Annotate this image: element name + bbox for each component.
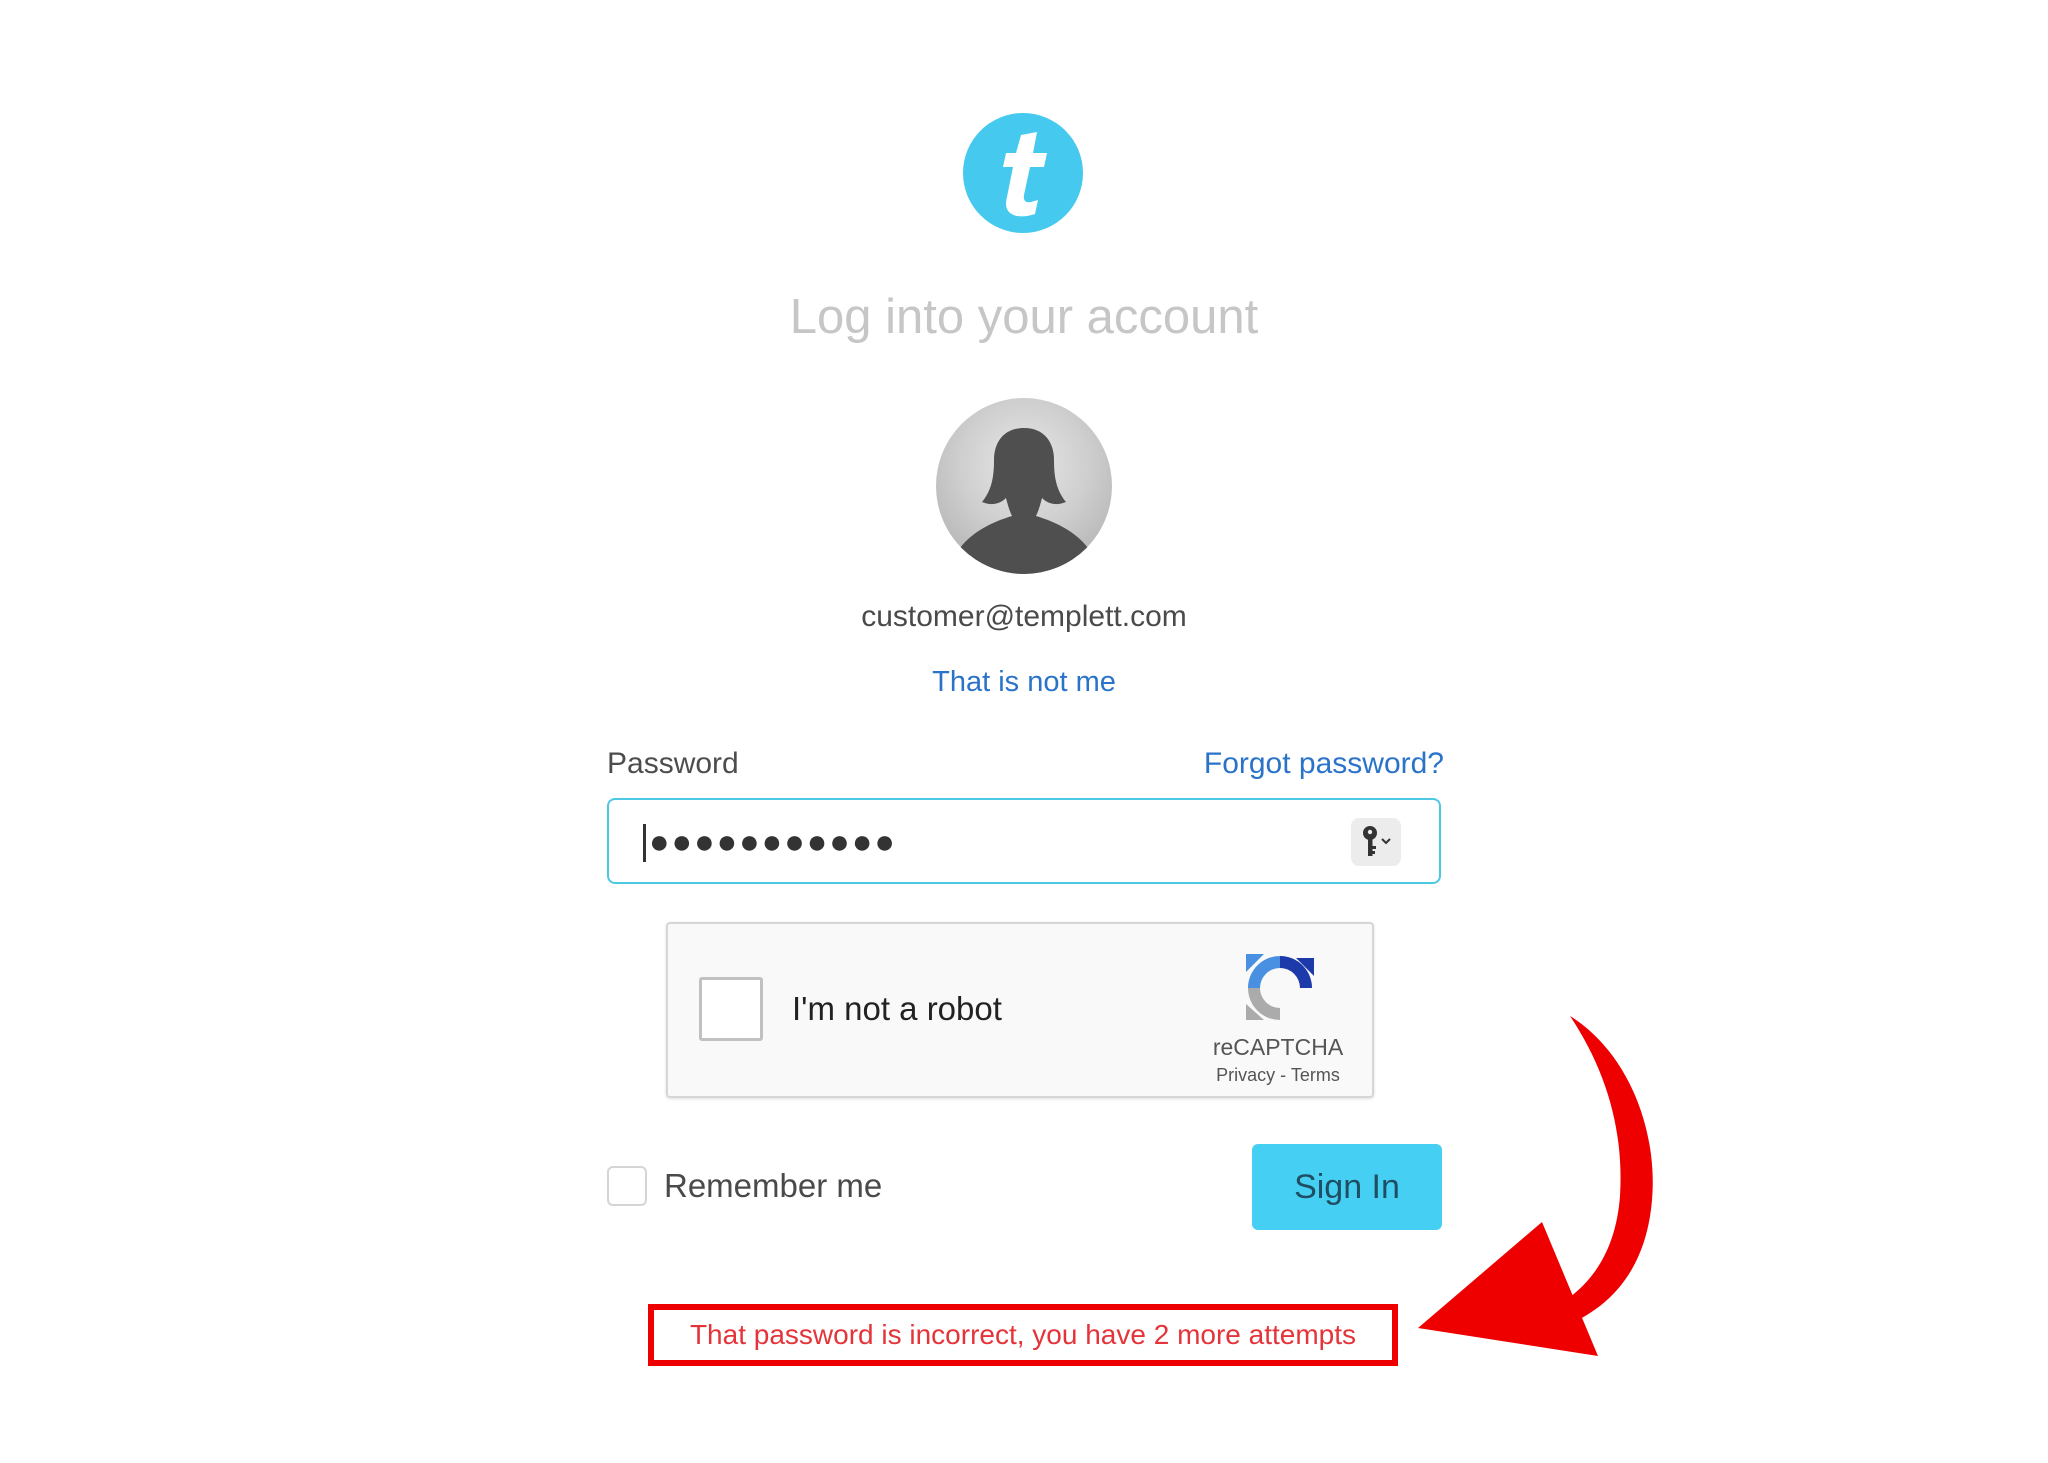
avatar: [936, 398, 1112, 574]
logo-letter-t-icon: [1003, 132, 1047, 217]
remember-me-label[interactable]: Remember me: [664, 1164, 882, 1208]
recaptcha-label: I'm not a robot: [792, 990, 1002, 1027]
user-silhouette-icon: [956, 428, 1092, 574]
forgot-password-link[interactable]: Forgot password?: [1204, 744, 1444, 784]
account-email: customer@templett.com: [861, 600, 1187, 633]
app-logo: [963, 113, 1083, 233]
password-input[interactable]: ●●●●●●●●●●●: [607, 798, 1441, 884]
annotation-arrow: [1410, 1010, 1670, 1370]
password-label: Password: [607, 747, 739, 780]
recaptcha-logo-icon: [1240, 948, 1320, 1028]
recaptcha-widget: I'm not a robot reCAPTCHA Privacy - Term…: [666, 922, 1374, 1098]
not-me-link[interactable]: That is not me: [774, 662, 1274, 702]
remember-me-checkbox[interactable]: [607, 1166, 647, 1206]
page-title: Log into your account: [789, 290, 1259, 344]
password-masked-value: ●●●●●●●●●●●: [649, 823, 897, 861]
chevron-down-icon: [1381, 838, 1391, 845]
recaptcha-checkbox[interactable]: [699, 977, 763, 1041]
curved-arrow-icon: [1418, 1016, 1653, 1356]
error-message: That password is incorrect, you have 2 m…: [689, 1319, 1357, 1350]
password-manager-button[interactable]: [1351, 818, 1401, 866]
text-caret: [643, 824, 646, 862]
recaptcha-brand: reCAPTCHA: [1212, 1034, 1344, 1060]
key-icon: [1363, 826, 1391, 856]
error-highlight-box: That password is incorrect, you have 2 m…: [648, 1304, 1398, 1366]
recaptcha-privacy-terms-links[interactable]: Privacy - Terms: [1168, 1062, 1388, 1088]
